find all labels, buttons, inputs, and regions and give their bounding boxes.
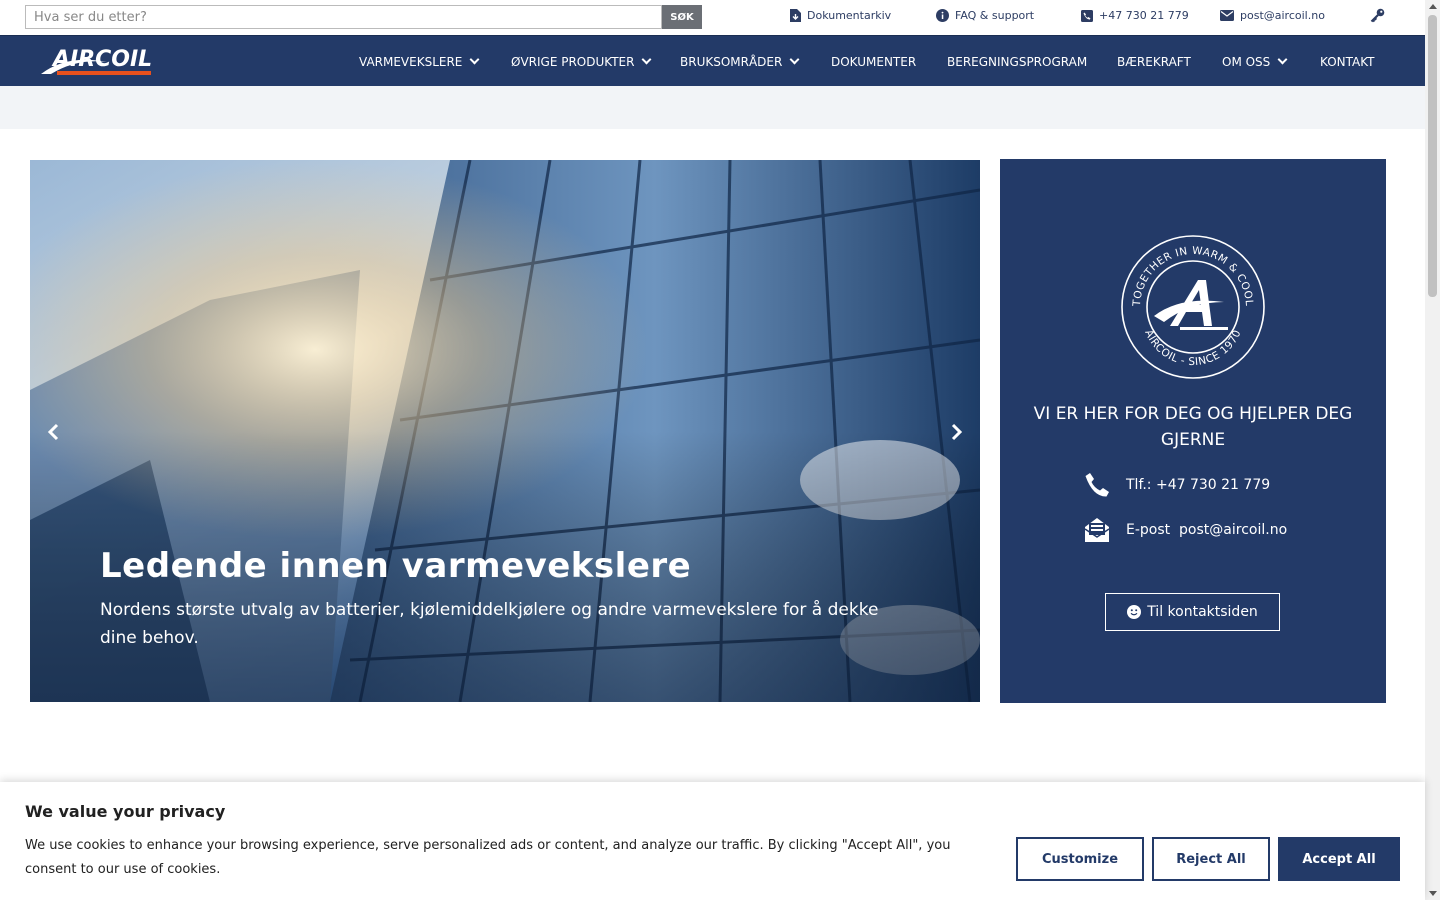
- cookie-reject-all-button[interactable]: Reject All: [1152, 837, 1270, 881]
- chevron-left-icon[interactable]: [44, 422, 64, 442]
- scroll-up-arrow-icon[interactable]: [1429, 4, 1437, 9]
- nav-label: BEREGNINGSPROGRAM: [947, 54, 1088, 69]
- search-input[interactable]: [25, 5, 662, 29]
- file-download-icon: [790, 9, 801, 22]
- envelope-open-text-icon: [1084, 518, 1110, 542]
- aircoil-logo[interactable]: AIRCOIL: [37, 44, 155, 80]
- page-scrollbar[interactable]: [1425, 0, 1440, 900]
- chevron-down-icon: [469, 54, 480, 65]
- top-utility-bar: SØK Dokumentarkiv FAQ & support +47 730 …: [0, 0, 1425, 35]
- nav-item-applications[interactable]: BRUKSOMRÅDER: [680, 36, 800, 87]
- document-archive-link[interactable]: Dokumentarkiv: [790, 9, 891, 22]
- contact-page-button[interactable]: Til kontaktsiden: [1105, 593, 1280, 631]
- cookie-accept-all-button[interactable]: Accept All: [1278, 837, 1400, 881]
- search-form: SØK: [25, 5, 702, 29]
- smile-icon: [1127, 605, 1142, 619]
- contact-phone-row[interactable]: Tlf.: +47 730 21 779: [1084, 472, 1270, 498]
- chevron-down-icon: [789, 54, 800, 65]
- nav-item-sustainability[interactable]: BÆREKRAFT: [1117, 36, 1191, 87]
- nav-label: BÆREKRAFT: [1117, 54, 1191, 69]
- nav-item-calculation-program[interactable]: BEREGNINGSPROGRAM: [947, 36, 1087, 87]
- chevron-right-icon[interactable]: [946, 422, 966, 442]
- nav-item-heat-exchangers[interactable]: VARMEVEKSLERE: [359, 36, 480, 87]
- contact-email-row[interactable]: E-post post@aircoil.no: [1084, 517, 1287, 543]
- cookie-title: We value your privacy: [25, 802, 226, 821]
- chevron-down-icon: [1277, 54, 1288, 65]
- faq-support-label: FAQ & support: [955, 9, 1035, 22]
- hero-subtitle: Nordens største utvalg av batterier, kjø…: [100, 600, 879, 648]
- chevron-down-icon: [642, 54, 652, 65]
- scroll-down-arrow-icon[interactable]: [1429, 891, 1437, 896]
- page-title-band: [0, 86, 1425, 129]
- nav-label: ØVRIGE PRODUKTER: [511, 54, 635, 69]
- hero-slider[interactable]: Ledende innen varmevekslere Nordens stør…: [30, 160, 980, 702]
- nav-label: VARMEVEKSLERE: [359, 54, 463, 69]
- nav-label: OM OSS: [1222, 54, 1271, 69]
- logo-wordmark: AIRCOIL: [51, 47, 152, 72]
- info-icon: [936, 9, 949, 22]
- cookie-customize-button[interactable]: Customize: [1016, 837, 1144, 881]
- contact-panel: TOGETHER IN WARM & COOL AIRCOIL - SINCE …: [1000, 159, 1386, 703]
- contact-heading: VI ER HER FOR DEG OG HJELPER DEG GJERNE: [1033, 404, 1353, 450]
- phone-square-icon: [1081, 9, 1093, 22]
- phone-link[interactable]: +47 730 21 779: [1081, 9, 1189, 22]
- contact-email-address: post@aircoil.no: [1179, 522, 1288, 538]
- faq-support-link[interactable]: FAQ & support: [936, 9, 1034, 22]
- search-button[interactable]: SØK: [662, 5, 702, 29]
- badge-text-bottom: AIRCOIL - SINCE 1970: [1142, 328, 1243, 368]
- aircoil-since-1970-badge: TOGETHER IN WARM & COOL AIRCOIL - SINCE …: [1121, 235, 1265, 379]
- main-navigation: AIRCOIL VARMEVEKSLERE ØVRIGE PRODUKTER B…: [0, 35, 1425, 86]
- email-link[interactable]: post@aircoil.no: [1220, 9, 1325, 22]
- login-link[interactable]: [1370, 8, 1385, 23]
- nav-label: BRUKSOMRÅDER: [680, 54, 783, 69]
- key-icon: [1370, 8, 1385, 23]
- phone-label: +47 730 21 779: [1099, 9, 1189, 22]
- contact-phone-number: +47 730 21 779: [1155, 477, 1271, 493]
- nav-item-about[interactable]: OM OSS: [1222, 36, 1288, 87]
- email-label: post@aircoil.no: [1240, 9, 1325, 22]
- svg-text:AIRCOIL - SINCE 1970: AIRCOIL - SINCE 1970: [1142, 328, 1243, 368]
- scrollbar-thumb[interactable]: [1428, 15, 1437, 297]
- contact-page-button-label: Til kontaktsiden: [1147, 604, 1258, 620]
- nav-item-documents[interactable]: DOKUMENTER: [831, 36, 916, 87]
- hero-title: Ledende innen varmevekslere: [100, 546, 692, 586]
- phone-prefix: Tlf.:: [1126, 477, 1152, 493]
- email-prefix: E-post: [1126, 522, 1171, 538]
- phone-icon: [1085, 473, 1109, 497]
- nav-label: DOKUMENTER: [831, 54, 917, 69]
- cookie-consent-banner: We value your privacy We use cookies to …: [0, 782, 1425, 900]
- envelope-icon: [1220, 10, 1234, 21]
- nav-label: KONTAKT: [1320, 54, 1375, 69]
- cookie-description: We use cookies to enhance your browsing …: [25, 838, 951, 877]
- nav-item-other-products[interactable]: ØVRIGE PRODUKTER: [511, 36, 652, 87]
- document-archive-label: Dokumentarkiv: [807, 9, 892, 22]
- nav-item-contact[interactable]: KONTAKT: [1320, 36, 1375, 87]
